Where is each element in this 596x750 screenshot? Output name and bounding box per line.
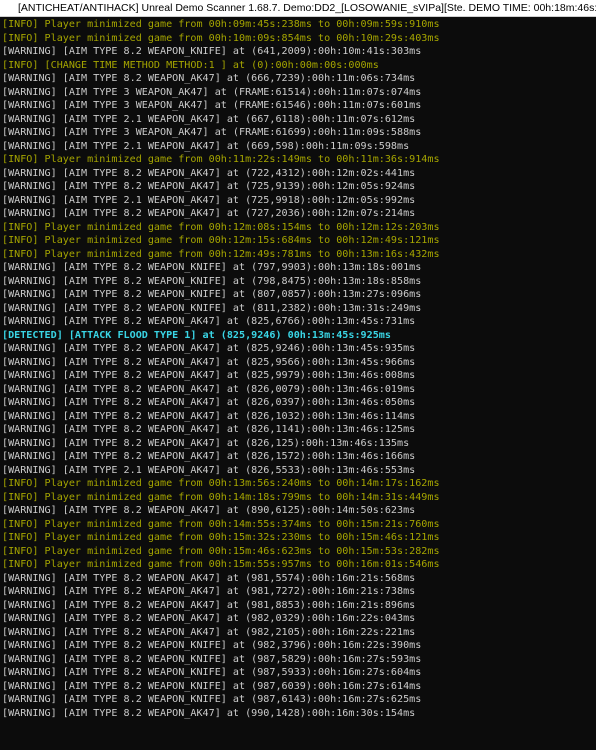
window-title-bar[interactable]: [ANTICHEAT/ANTIHACK] Unreal Demo Scanner… [0, 0, 596, 17]
log-line-warning: [WARNING] [AIM TYPE 8.2 WEAPON_KNIFE] at… [2, 694, 422, 705]
log-line-warning: [WARNING] [AIM TYPE 8.2 WEAPON_AK47] at … [2, 451, 416, 462]
log-line-info: [INFO] Player minimized game from 00h:12… [2, 235, 440, 246]
log-line-warning: [WARNING] [AIM TYPE 2.1 WEAPON_AK47] at … [2, 464, 416, 476]
log-line-warning: [WARNING] [AIM TYPE 3 WEAPON_AK47] at (F… [2, 100, 422, 111]
log-line-info: [INFO] Player minimized game from 00h:15… [2, 559, 440, 570]
console-output[interactable]: [INFO] Player minimized game from 00h:09… [0, 18, 596, 750]
log-line-warning: [WARNING] [AIM TYPE 8.2 WEAPON_AK47] at … [2, 410, 416, 422]
log-line-info: [INFO] Player minimized game from 00h:13… [2, 478, 440, 489]
log-line-warning: [WARNING] [AIM TYPE 8.2 WEAPON_KNIFE] at… [2, 680, 422, 692]
log-line-warning: [WARNING] [AIM TYPE 8.2 WEAPON_AK47] at … [2, 613, 416, 624]
log-line-warning: [WARNING] [AIM TYPE 8.2 WEAPON_AK47] at … [2, 370, 416, 381]
log-line-info: [INFO] Player minimized game from 00h:15… [2, 532, 440, 543]
log-line-info: [INFO] Player minimized game from 00h:14… [2, 491, 440, 503]
log-line-warning: [WARNING] [AIM TYPE 8.2 WEAPON_AK47] at … [2, 73, 416, 84]
log-line-warning: [WARNING] [AIM TYPE 8.2 WEAPON_AK47] at … [2, 167, 416, 179]
log-line-warning: [WARNING] [AIM TYPE 8.2 WEAPON_KNIFE] at… [2, 653, 422, 665]
log-line-warning: [WARNING] [AIM TYPE 8.2 WEAPON_KNIFE] at… [2, 302, 422, 314]
log-line-warning: [WARNING] [AIM TYPE 8.2 WEAPON_AK47] at … [2, 383, 416, 395]
log-line-info: [INFO] Player minimized game from 00h:15… [2, 545, 440, 557]
log-line-info: [INFO] [CHANGE TIME METHOD METHOD:1 ] at… [2, 59, 379, 71]
log-line-warning: [WARNING] [AIM TYPE 8.2 WEAPON_KNIFE] at… [2, 667, 422, 678]
log-line-warning: [WARNING] [AIM TYPE 3 WEAPON_AK47] at (F… [2, 127, 422, 138]
log-line-warning: [WARNING] [AIM TYPE 8.2 WEAPON_AK47] at … [2, 343, 416, 354]
log-line-warning: [WARNING] [AIM TYPE 8.2 WEAPON_AK47] at … [2, 397, 416, 408]
log-line-warning: [WARNING] [AIM TYPE 8.2 WEAPON_KNIFE] at… [2, 46, 422, 57]
log-line-warning: [WARNING] [AIM TYPE 8.2 WEAPON_AK47] at … [2, 572, 416, 584]
log-line-warning: [WARNING] [AIM TYPE 8.2 WEAPON_AK47] at … [2, 316, 416, 327]
log-line-info: [INFO] Player minimized game from 00h:12… [2, 248, 440, 260]
log-line-detected: [DETECTED] [ATTACK FLOOD TYPE 1] at (825… [2, 329, 391, 341]
log-line-info: [INFO] Player minimized game from 00h:11… [2, 154, 440, 165]
log-line-warning: [WARNING] [AIM TYPE 8.2 WEAPON_AK47] at … [2, 626, 416, 638]
log-line-warning: [WARNING] [AIM TYPE 8.2 WEAPON_AK47] at … [2, 707, 416, 719]
log-line-warning: [WARNING] [AIM TYPE 8.2 WEAPON_AK47] at … [2, 356, 416, 368]
log-line-warning: [WARNING] [AIM TYPE 8.2 WEAPON_KNIFE] at… [2, 289, 422, 300]
log-line-warning: [WARNING] [AIM TYPE 8.2 WEAPON_AK47] at … [2, 424, 416, 435]
log-line-warning: [WARNING] [AIM TYPE 8.2 WEAPON_AK47] at … [2, 437, 410, 449]
log-line-warning: [WARNING] [AIM TYPE 2.1 WEAPON_AK47] at … [2, 140, 410, 152]
log-line-warning: [WARNING] [AIM TYPE 8.2 WEAPON_AK47] at … [2, 599, 416, 611]
log-line-warning: [WARNING] [AIM TYPE 8.2 WEAPON_AK47] at … [2, 181, 416, 192]
log-line-warning: [WARNING] [AIM TYPE 8.2 WEAPON_KNIFE] at… [2, 640, 422, 651]
log-line-warning: [WARNING] [AIM TYPE 8.2 WEAPON_KNIFE] at… [2, 275, 422, 287]
window-title: [ANTICHEAT/ANTIHACK] Unreal Demo Scanner… [18, 2, 596, 14]
log-line-warning: [WARNING] [AIM TYPE 8.2 WEAPON_AK47] at … [2, 208, 416, 219]
log-line-warning: [WARNING] [AIM TYPE 8.2 WEAPON_AK47] at … [2, 586, 416, 597]
log-line-warning: [WARNING] [AIM TYPE 2.1 WEAPON_AK47] at … [2, 113, 416, 125]
log-line-info: [INFO] Player minimized game from 00h:14… [2, 518, 440, 530]
log-line-warning: [WARNING] [AIM TYPE 8.2 WEAPON_AK47] at … [2, 505, 416, 516]
log-line-warning: [WARNING] [AIM TYPE 3 WEAPON_AK47] at (F… [2, 86, 422, 98]
log-line-info: [INFO] Player minimized game from 00h:09… [2, 19, 440, 30]
log-line-warning: [WARNING] [AIM TYPE 2.1 WEAPON_AK47] at … [2, 194, 416, 206]
log-line-info: [INFO] Player minimized game from 00h:10… [2, 32, 440, 44]
log-line-info: [INFO] Player minimized game from 00h:12… [2, 221, 440, 233]
log-line-warning: [WARNING] [AIM TYPE 8.2 WEAPON_KNIFE] at… [2, 262, 422, 273]
